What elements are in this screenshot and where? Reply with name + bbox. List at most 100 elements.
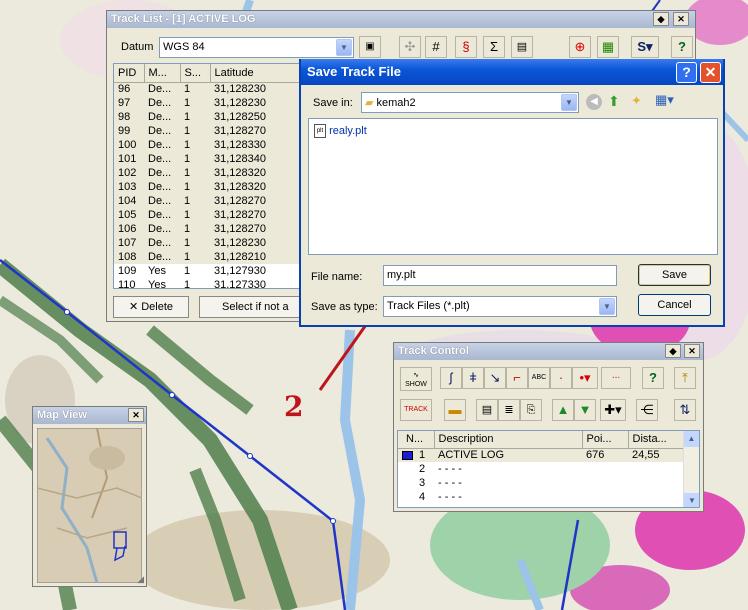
list-item[interactable]: 1 ACTIVE LOG 676 24,55 [398, 448, 685, 462]
table-row[interactable]: 109 Yes 1 31,127930 [114, 264, 302, 278]
save-button[interactable]: Save [638, 264, 711, 286]
table-row[interactable]: 106 De... 1 31,128270 [114, 222, 302, 236]
scroll-up-icon[interactable]: ▲ [684, 431, 699, 447]
table-row[interactable]: 97 De... 1 31,128230 [114, 96, 302, 110]
column-header-mode[interactable]: M... [144, 64, 181, 83]
table-row[interactable]: 102 De... 1 31,128320 [114, 166, 302, 180]
save-in-select[interactable]: ▰ kemah2 ▼ [361, 92, 579, 113]
chevron-down-icon[interactable]: ◆ [653, 12, 669, 26]
new-folder-icon[interactable]: ✦ [631, 93, 642, 109]
column-header-segment[interactable]: S... [180, 64, 211, 83]
insert-point-icon[interactable]: ǂ [462, 367, 484, 389]
move-point-icon[interactable]: ↘ [484, 367, 506, 389]
column-header-distance[interactable]: Dista... [628, 431, 685, 449]
track-number: 4 [419, 491, 426, 503]
help-icon[interactable]: ? [642, 367, 664, 389]
delete-label: Delete [141, 301, 174, 313]
crosshair-icon[interactable]: ✣ [399, 36, 421, 58]
table-row[interactable]: 96 De... 1 31,128230 [114, 82, 302, 96]
back-icon[interactable]: ◀ [586, 94, 602, 110]
split-icon[interactable]: ⌐ [506, 367, 528, 389]
help-icon[interactable]: ? [676, 62, 697, 83]
table-row[interactable]: 104 De... 1 31,128270 [114, 194, 302, 208]
map-view-titlebar[interactable]: Map View ✕ [33, 407, 146, 424]
save-dialog-titlebar[interactable]: Save Track File ? ✕ [301, 59, 723, 85]
map-icon[interactable]: ▦ [597, 36, 619, 58]
move-up-icon[interactable]: ▲ [552, 399, 574, 421]
close-icon[interactable]: ✕ [673, 12, 689, 26]
views-icon[interactable]: ▦▾ [655, 92, 674, 108]
cancel-button[interactable]: Cancel [638, 294, 711, 316]
delete-button[interactable]: ✕ Delete [113, 296, 189, 318]
draw-track-icon[interactable]: ʃ [440, 367, 462, 389]
table-row[interactable]: 99 De... 1 31,128270 [114, 124, 302, 138]
chevron-down-icon[interactable]: ▼ [599, 298, 615, 315]
list-icon[interactable]: ≣ [498, 399, 520, 421]
help-icon[interactable]: ? [671, 36, 693, 58]
top-icon[interactable]: ⤒ [674, 367, 696, 389]
sort-icon[interactable]: S▾ [631, 36, 659, 58]
table-row[interactable]: 101 De... 1 31,128340 [114, 152, 302, 166]
track-color-swatch[interactable] [402, 465, 413, 474]
chevron-down-icon[interactable]: ▼ [336, 39, 352, 56]
close-icon[interactable]: ✕ [684, 344, 700, 358]
track-list-titlebar[interactable]: Track List - [1] ACTIVE LOG ◆ ✕ [107, 11, 695, 28]
list-item[interactable]: 4 - - - - [398, 490, 685, 504]
chevron-down-icon[interactable]: ◆ [665, 344, 681, 358]
abc-button[interactable]: ABC [528, 367, 550, 389]
track-color-swatch[interactable] [402, 450, 413, 460]
image-icon[interactable]: ▣ [359, 36, 381, 58]
split-track-icon[interactable]: § [455, 36, 477, 58]
file-item[interactable]: plt realy.plt [314, 124, 367, 138]
save-disk-icon[interactable]: ▤ [476, 399, 498, 421]
point-icon[interactable]: · [550, 367, 572, 389]
file-list[interactable]: plt realy.plt [308, 118, 718, 255]
table-row[interactable]: 98 De... 1 31,128250 [114, 110, 302, 124]
add-dropdown-icon[interactable]: ✚▾ [600, 399, 626, 421]
sum-icon[interactable]: Σ [483, 36, 505, 58]
grid-icon[interactable]: # [425, 36, 447, 58]
table-cell: 107 [118, 237, 137, 249]
track-control-titlebar[interactable]: Track Control ◆ ✕ [394, 343, 703, 360]
table-cell: 31,128270 [214, 125, 266, 137]
target-icon[interactable]: ⊕ [569, 36, 591, 58]
branch-icon[interactable]: ⋲ [636, 399, 658, 421]
column-header-latitude[interactable]: Latitude [210, 64, 302, 83]
table-row[interactable]: 100 De... 1 31,128330 [114, 138, 302, 152]
column-header-points[interactable]: Poi... [582, 431, 629, 449]
column-header-pid[interactable]: PID [114, 64, 145, 83]
chevron-down-icon[interactable]: ▼ [561, 94, 577, 111]
track-color-swatch[interactable] [402, 493, 413, 502]
column-header-number[interactable]: N... [398, 431, 435, 449]
close-icon[interactable]: ✕ [700, 62, 721, 83]
save-disk-icon[interactable]: ▤ [511, 36, 533, 58]
datum-select[interactable]: WGS 84 ▼ [159, 37, 354, 58]
table-row[interactable]: 107 De... 1 31,128230 [114, 236, 302, 250]
table-row[interactable]: 103 De... 1 31,128320 [114, 180, 302, 194]
file-name-input[interactable]: my.plt [383, 265, 617, 286]
scroll-down-icon[interactable]: ▼ [684, 493, 699, 507]
resize-grip-icon[interactable]: ◢ [137, 574, 144, 585]
column-header-description[interactable]: Description [434, 431, 583, 449]
list-item[interactable]: 3 - - - - [398, 476, 685, 490]
show-button[interactable]: ∿ SHOW [400, 367, 432, 391]
track-button[interactable]: TRACK [400, 399, 432, 421]
point-dropdown-icon[interactable]: •▾ [572, 367, 598, 389]
table-row[interactable]: 108 De... 1 31,128210 [114, 250, 302, 264]
properties-icon[interactable]: ⎘ [520, 399, 542, 421]
annotation-step-2: 2 [284, 390, 304, 423]
close-icon[interactable]: ✕ [128, 408, 144, 422]
select-if-not-button[interactable]: Select if not a [199, 296, 301, 318]
save-as-type-select[interactable]: Track Files (*.plt) ▼ [383, 296, 617, 317]
up-folder-icon[interactable]: ⬆ [608, 93, 620, 110]
table-row[interactable]: 110 Yes 1 31,127330 [114, 278, 302, 288]
map-thumbnail[interactable] [37, 428, 142, 583]
table-row[interactable]: 105 De... 1 31,128270 [114, 208, 302, 222]
move-down-icon[interactable]: ▼ [574, 399, 596, 421]
join-points-icon[interactable]: ∙∙∙ [601, 367, 631, 389]
vertical-scrollbar[interactable]: ▲ ▼ [683, 431, 699, 507]
line-icon[interactable]: ▬ [444, 399, 466, 421]
sort-vertical-icon[interactable]: ⇅ [674, 399, 696, 421]
list-item[interactable]: 2 - - - - [398, 462, 685, 476]
track-color-swatch[interactable] [402, 479, 413, 488]
